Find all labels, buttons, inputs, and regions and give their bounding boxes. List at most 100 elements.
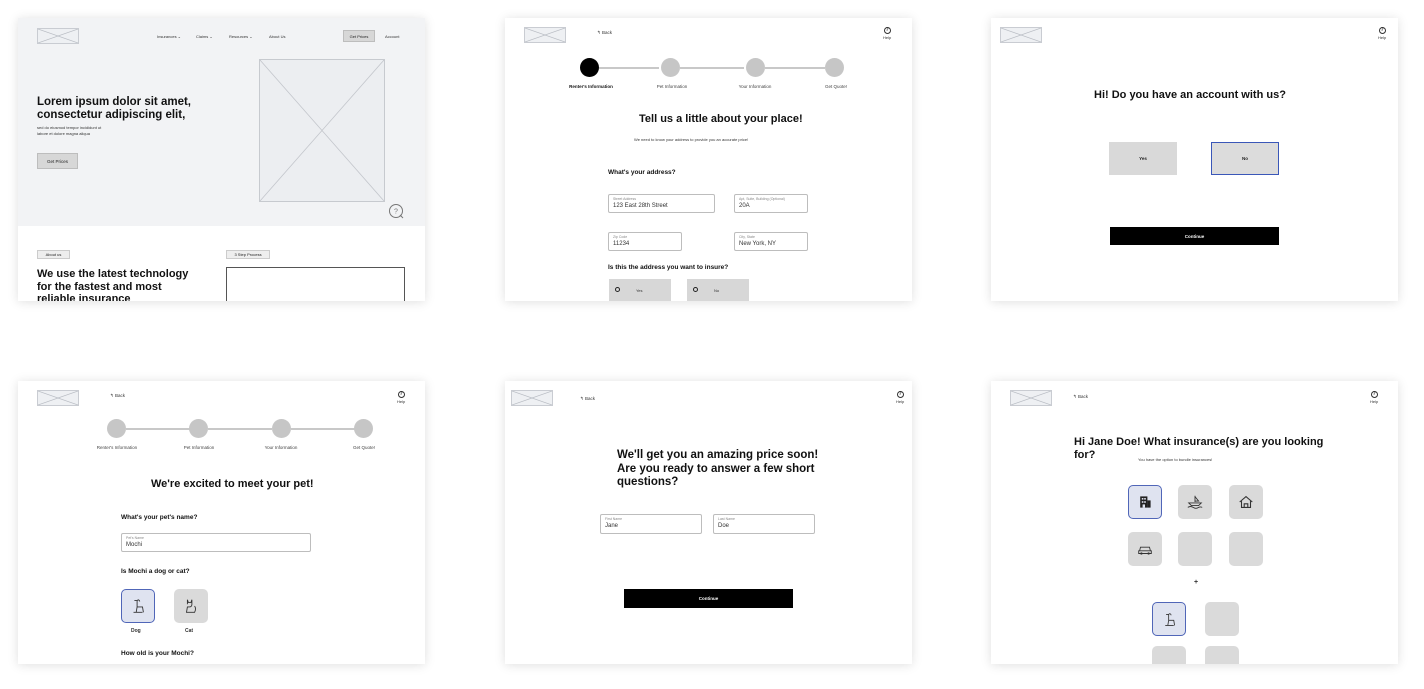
building-insurance-option[interactable] (1128, 485, 1162, 519)
step-dot-your-info (746, 58, 765, 77)
dog-icon (133, 599, 144, 613)
home-icon (1239, 495, 1253, 508)
empty-insurance-option[interactable] (1178, 532, 1212, 566)
city-state-value: New York, NY (739, 241, 777, 247)
home-insurance-option[interactable] (1229, 485, 1263, 519)
pet-name-value: Mochi (126, 542, 143, 548)
no-button[interactable]: No (1211, 142, 1279, 175)
process-box (226, 267, 405, 301)
car-icon (1138, 546, 1152, 555)
step-label-get-quote: Get Quote! (352, 445, 376, 450)
help-button[interactable]: ? Help (896, 391, 904, 404)
back-link[interactable]: ↰ Back (1073, 394, 1088, 400)
nav-insurances[interactable]: Insurances ⌄ (157, 34, 181, 39)
page-title-line1: We'll get you an amazing price soon! (617, 449, 819, 461)
continue-button[interactable]: Continue (624, 589, 793, 608)
help-icon: ? (397, 391, 405, 398)
insure-no-option[interactable]: No (687, 279, 749, 301)
help-icon: ? (896, 391, 904, 398)
svg-text:?: ? (394, 209, 398, 216)
car-insurance-option[interactable] (1128, 532, 1162, 566)
zip-code-field[interactable]: Zip Code 11234 (608, 232, 682, 251)
first-name-field[interactable]: First Name Jane (600, 514, 702, 534)
logo-placeholder (37, 390, 79, 406)
zip-code-label: Zip Code (613, 235, 628, 239)
step-label-pet: Pet Information (656, 84, 688, 89)
step-dot-get-quote (354, 419, 373, 438)
help-icon: ? (883, 27, 891, 34)
back-link[interactable]: ↰ Back (597, 30, 612, 36)
help-button[interactable]: ? Help (1370, 391, 1378, 404)
frame-pet-info: ↰ Back ? Help Renter's Information Pet In… (18, 381, 425, 664)
insure-yes-option[interactable]: Yes (609, 279, 671, 301)
apt-field[interactable]: Apt, Suite, Building (Optional) 20A (734, 194, 808, 213)
street-address-value: 123 East 28th Street (613, 203, 668, 209)
help-button[interactable]: ? Help (397, 391, 405, 404)
back-label: Back (585, 396, 596, 401)
back-link[interactable]: ↰ Back (580, 396, 595, 402)
nav-get-prices-button[interactable]: Get Prices (343, 30, 375, 42)
step-label-renters: Renter's Information (96, 445, 138, 450)
page-title: Tell us a little about your place! (639, 113, 803, 125)
page-title-line2: Are you ready to answer a few short (617, 462, 815, 475)
step-dot-your-info (272, 419, 291, 438)
radio-icon (615, 287, 620, 292)
step-connector (208, 428, 272, 430)
continue-button[interactable]: Continue (1110, 227, 1279, 245)
apt-label: Apt, Suite, Building (Optional) (739, 197, 785, 201)
pet-insurance-option[interactable] (1152, 602, 1186, 636)
back-label: Back (1078, 394, 1089, 399)
hero-get-prices-button[interactable]: Get Prices (37, 153, 78, 169)
help-label: Help (883, 35, 892, 40)
nav-resources[interactable]: Resources ⌄ (229, 34, 253, 39)
help-label: Help (896, 399, 905, 404)
cat-option[interactable] (174, 589, 208, 623)
last-name-label: Last Name (718, 517, 735, 521)
page-title-line3: questions? (617, 476, 679, 488)
first-name-label: First Name (605, 517, 623, 521)
pet-type-question: Is Mochi a dog or cat? (121, 568, 190, 575)
dog-icon (1164, 612, 1175, 626)
help-icon: ? (1378, 27, 1386, 34)
last-name-field[interactable]: Last Name Doe (713, 514, 815, 534)
nav-account[interactable]: Account (385, 34, 399, 39)
step-label-your-info: Your Information (264, 445, 298, 450)
city-state-field[interactable]: City, State New York, NY (734, 232, 808, 251)
boat-insurance-option[interactable] (1178, 485, 1212, 519)
hero-subtitle: sed do eiusmod tempor incididunt ut labo… (37, 125, 101, 136)
hero-subtitle-line1: sed do eiusmod tempor incididunt ut (37, 125, 102, 130)
empty-bundle-option[interactable] (1205, 602, 1239, 636)
frame-landing: Insurances ⌄ Claims ⌄ Resources ⌄ About … (18, 18, 425, 301)
about-title-line2: for the fastest and most (37, 280, 162, 293)
step-dot-renters (107, 419, 126, 438)
nav-about[interactable]: About Us (269, 34, 285, 39)
help-button[interactable]: ? Help (883, 27, 891, 40)
page-subtitle: You have the option to bundle insurances… (1138, 457, 1213, 462)
cat-icon (185, 599, 196, 613)
help-label: Help (1370, 399, 1379, 404)
street-address-field[interactable]: Street Address 123 East 28th Street (608, 194, 715, 213)
dog-label: Dog (131, 628, 141, 634)
step-connector (599, 67, 659, 69)
empty-bundle-option[interactable] (1205, 646, 1239, 664)
help-button[interactable]: ? Help (1378, 27, 1386, 40)
chat-icon[interactable]: ? (388, 203, 405, 220)
back-link[interactable]: ↰ Back (110, 393, 125, 399)
nav-claims[interactable]: Claims ⌄ (196, 34, 213, 39)
street-address-label: Street Address (613, 197, 636, 201)
logo-placeholder (1010, 390, 1052, 406)
empty-insurance-option[interactable] (1229, 532, 1263, 566)
pet-name-field[interactable]: Pet's Name Mochi (121, 533, 311, 552)
pet-name-label: Pet's Name (126, 536, 144, 540)
frame-insurance-selection: ↰ Back ? Help Hi Jane Doe! What insurance… (991, 381, 1398, 664)
empty-bundle-option[interactable] (1152, 646, 1186, 664)
hero-title-line1: Lorem ipsum dolor sit amet, (37, 96, 191, 108)
step-label-pet: Pet Information (183, 445, 215, 450)
first-name-value: Jane (605, 523, 619, 529)
step-dot-get-quote (825, 58, 844, 77)
dog-option[interactable] (121, 589, 155, 623)
city-state-label: City, State (739, 235, 755, 239)
pet-name-question: What's your pet's name? (121, 514, 198, 521)
boat-icon (1187, 495, 1203, 509)
yes-button[interactable]: Yes (1109, 142, 1177, 175)
